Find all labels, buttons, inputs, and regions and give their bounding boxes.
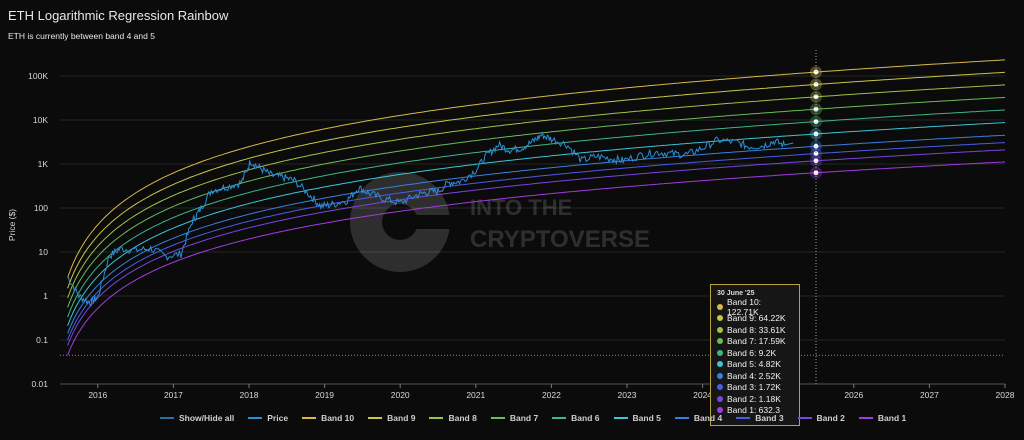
legend-swatch-icon — [797, 417, 812, 419]
tooltip-row: Band 8: 33.61K — [717, 324, 793, 336]
y-tick-label: 10 — [39, 247, 49, 257]
legend-label: Band 7 — [509, 413, 539, 423]
chart-tooltip: 30 June '25 Band 10: 122.71K Band 9: 64.2… — [710, 284, 800, 426]
legend-label: Show/Hide all — [179, 413, 235, 423]
legend-label: Band 1 — [877, 413, 907, 423]
legend-label: Band 8 — [448, 413, 477, 423]
tooltip-dot-icon — [717, 395, 723, 402]
tooltip-row: Band 6: 9.2K — [717, 347, 793, 359]
legend-item-band-10[interactable]: Band 10 — [302, 413, 354, 423]
x-tick-label: 2018 — [240, 390, 259, 400]
tooltip-row-label: Band 7: 17.59K — [727, 336, 786, 347]
band-line-9 — [67, 71, 1006, 289]
legend-swatch-icon — [248, 417, 263, 419]
band-line-5 — [67, 122, 1006, 326]
x-tick-label: 2016 — [88, 390, 107, 400]
x-tick-label: 2019 — [315, 390, 334, 400]
tooltip-row-label: Band 3: 1.72K — [727, 382, 781, 393]
legend-swatch-icon — [302, 417, 317, 419]
tooltip-row-label: Band 4: 2.52K — [727, 370, 781, 381]
tooltip-row: Band 9: 64.22K — [717, 313, 793, 325]
tooltip-dot-icon — [717, 361, 723, 368]
y-tick-label: 100K — [28, 71, 48, 81]
legend-swatch-icon — [368, 417, 383, 419]
legend-item-band-9[interactable]: Band 9 — [368, 413, 415, 423]
y-tick-label: 100 — [34, 203, 48, 213]
x-tick-label: 2023 — [618, 390, 637, 400]
x-tick-label: 2017 — [164, 390, 183, 400]
legend-swatch-icon — [160, 417, 174, 419]
y-tick-label: 1K — [38, 159, 49, 169]
legend-label: Band 10 — [321, 413, 355, 423]
band-marker — [813, 131, 819, 137]
legend-swatch-icon — [858, 417, 873, 419]
tooltip-row: Band 2: 1.18K — [717, 393, 793, 405]
tooltip-row: Band 4: 2.52K — [717, 370, 793, 382]
legend-label: Band 2 — [816, 413, 845, 423]
tooltip-dot-icon — [717, 338, 723, 345]
legend-swatch-icon — [429, 417, 444, 419]
x-tick-label: 2022 — [542, 390, 561, 400]
band-line-8 — [67, 84, 1006, 299]
band-marker — [813, 69, 819, 75]
tooltip-dot-icon — [717, 303, 723, 310]
legend-label: Band 6 — [571, 413, 600, 423]
tooltip-dot-icon — [717, 315, 723, 322]
watermark-text-2: CRYPTOVERSE — [470, 226, 650, 253]
legend-item-band-7[interactable]: Band 7 — [490, 413, 539, 423]
band-line-1 — [67, 161, 1006, 356]
legend-item-band-8[interactable]: Band 8 — [429, 413, 477, 423]
chart-plot[interactable]: INTO THE CRYPTOVERSE 0.01 0.1 1 10 100 1K 10K 1… — [0, 0, 1024, 440]
tooltip-row-label: Band 5: 4.82K — [727, 359, 781, 370]
legend-swatch-icon — [490, 417, 505, 419]
legend-item-band-1[interactable]: Band 1 — [858, 413, 907, 423]
y-tick-label: 10K — [33, 115, 48, 125]
y-tick-label: 1 — [43, 291, 48, 301]
legend-item-band-5[interactable]: Band 5 — [613, 413, 661, 423]
tooltip-row: Band 10: 122.71K — [717, 297, 793, 317]
legend-item-band-3[interactable]: Band 3 — [736, 413, 784, 423]
legend-item-band-2[interactable]: Band 2 — [797, 413, 845, 423]
legend-label: Band 4 — [693, 413, 723, 423]
tooltip-row-label: Band 6: 9.2K — [727, 347, 777, 358]
band-marker — [813, 158, 819, 164]
watermark-text-1: INTO THE — [470, 195, 572, 220]
legend-item-band-4[interactable]: Band 4 — [674, 413, 723, 423]
legend-swatch-icon — [736, 417, 751, 419]
x-tick-label: 2020 — [391, 390, 410, 400]
legend-swatch-icon — [613, 417, 628, 419]
tooltip-row-label: Band 8: 33.61K — [727, 324, 786, 335]
y-axis-label: Price ($) — [7, 209, 17, 241]
tooltip-row-label: Band 9: 64.22K — [727, 313, 786, 324]
crosshair-markers — [810, 50, 822, 384]
x-tick-label: 2021 — [466, 390, 485, 400]
legend-swatch-icon — [674, 417, 689, 419]
legend-label: Price — [267, 413, 289, 423]
legend-label: Band 5 — [632, 413, 661, 423]
tooltip-row: Band 7: 17.59K — [717, 336, 793, 348]
tooltip-rows: Band 10: 122.71K Band 9: 64.22K Band 8: 33… — [717, 297, 793, 416]
tooltip-dot-icon — [717, 372, 723, 379]
x-tick-label: 2027 — [920, 390, 939, 400]
legend-swatch-icon — [552, 417, 567, 419]
tooltip-row-label: Band 2: 1.18K — [727, 393, 781, 404]
legend-label: Band 3 — [755, 413, 784, 423]
tooltip-dot-icon — [717, 326, 723, 333]
band-marker — [813, 170, 819, 176]
legend-item-band-6[interactable]: Band 6 — [552, 413, 600, 423]
legend-item-price[interactable]: Price — [248, 413, 288, 423]
y-tick-label: 0.01 — [31, 379, 48, 389]
x-tick-label: 2026 — [844, 390, 863, 400]
chart-legend: Show/Hide all Price Band 10 Band 9 Band 8 Ban… — [160, 413, 920, 423]
legend-label: Band 9 — [387, 413, 416, 423]
legend-item-show-hide-all[interactable]: Show/Hide all — [160, 413, 234, 423]
tooltip-dot-icon — [717, 384, 723, 391]
tooltip-dot-icon — [717, 349, 723, 356]
tooltip-row: Band 3: 1.72K — [717, 382, 793, 394]
y-tick-label: 0.1 — [36, 335, 48, 345]
x-tick-label: 2028 — [996, 390, 1015, 400]
tooltip-row: Band 5: 4.82K — [717, 359, 793, 371]
